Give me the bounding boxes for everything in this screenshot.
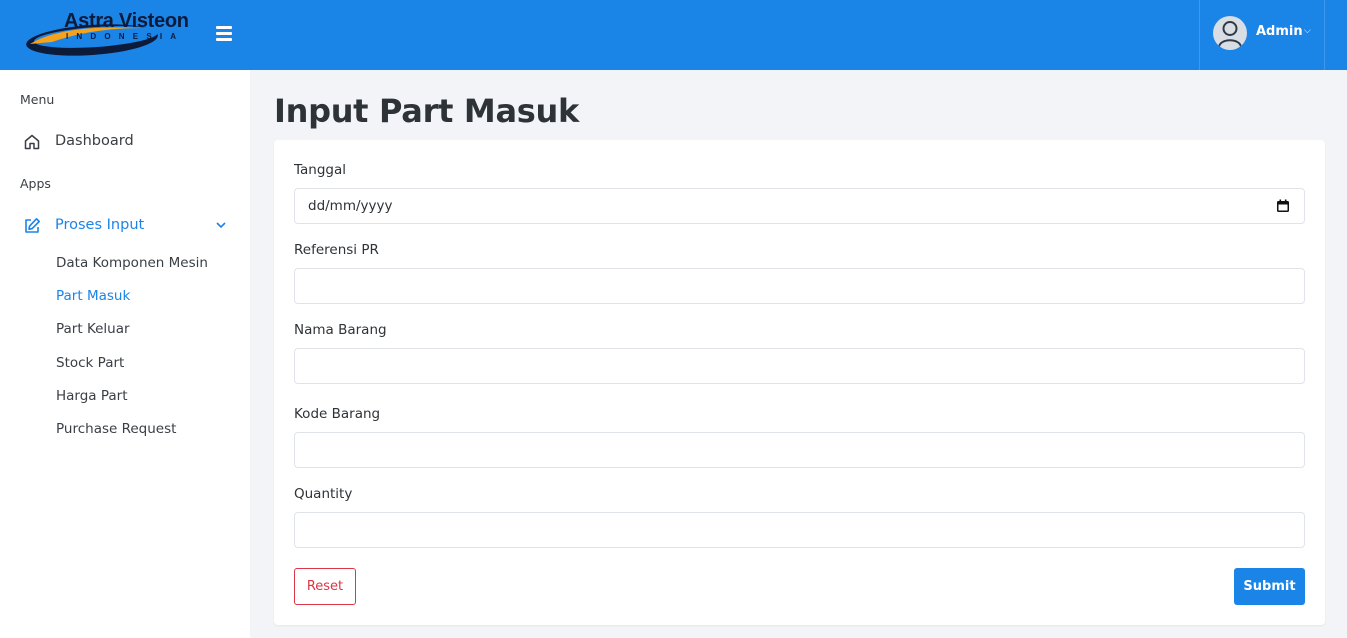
user-menu[interactable]: Admin ⌵	[1199, 0, 1325, 70]
sidebar-subitem-harga-part[interactable]: Harga Part	[56, 388, 128, 404]
sidebar-item-label: Dashboard	[55, 133, 134, 149]
sidebar-heading-apps: Apps	[20, 176, 51, 191]
home-icon	[24, 134, 40, 150]
tanggal-date-input[interactable]: dd/mm/yyyy	[294, 188, 1305, 224]
edit-icon	[25, 218, 40, 233]
user-name: Admin	[1256, 24, 1303, 39]
input-form-card: Tanggal dd/mm/yyyy Referensi PR Nama Bar…	[274, 140, 1325, 625]
sidebar: Menu Dashboard Apps Proses Input Data Ko…	[0, 70, 250, 638]
nama-barang-label: Nama Barang	[294, 322, 387, 338]
astra-visteon-logo[interactable]: Astra Visteon INDONESIA	[22, 8, 192, 60]
page-title: Input Part Masuk	[274, 92, 579, 130]
logo-title: Astra Visteon	[64, 10, 189, 32]
user-icon	[1213, 16, 1247, 50]
sidebar-subitem-part-masuk[interactable]: Part Masuk	[56, 288, 130, 304]
kode-barang-label: Kode Barang	[294, 406, 381, 422]
sidebar-heading-menu: Menu	[20, 92, 55, 107]
sidebar-item-label: Proses Input	[55, 217, 145, 233]
quantity-label: Quantity	[294, 486, 353, 502]
sidebar-subitem-data-komponen-mesin[interactable]: Data Komponen Mesin	[56, 255, 208, 271]
reset-button[interactable]: Reset	[294, 568, 356, 605]
sidebar-subitem-part-keluar[interactable]: Part Keluar	[56, 321, 130, 337]
chevron-down-icon: ⌵	[1304, 26, 1311, 36]
sidebar-subitem-stock-part[interactable]: Stock Part	[56, 355, 124, 371]
sidebar-item-dashboard[interactable]: Dashboard	[20, 128, 232, 156]
quantity-input[interactable]	[294, 512, 1305, 548]
sidebar-item-proses-input[interactable]: Proses Input	[20, 212, 232, 240]
kode-barang-input[interactable]	[294, 432, 1305, 468]
chevron-down-icon	[216, 222, 226, 229]
sidebar-subitem-purchase-request[interactable]: Purchase Request	[56, 421, 176, 437]
hamburger-icon[interactable]	[216, 26, 232, 42]
nama-barang-input[interactable]	[294, 348, 1305, 384]
top-navbar: Astra Visteon INDONESIA Admin ⌵	[0, 0, 1347, 70]
logo-subtitle: INDONESIA	[66, 32, 185, 41]
referensi-pr-input[interactable]	[294, 268, 1305, 304]
tanggal-label: Tanggal	[294, 162, 347, 178]
calendar-icon[interactable]	[1276, 199, 1290, 213]
submit-button[interactable]: Submit	[1234, 568, 1305, 605]
date-placeholder: dd/mm/yyyy	[308, 198, 393, 214]
referensi-pr-label: Referensi PR	[294, 242, 379, 258]
